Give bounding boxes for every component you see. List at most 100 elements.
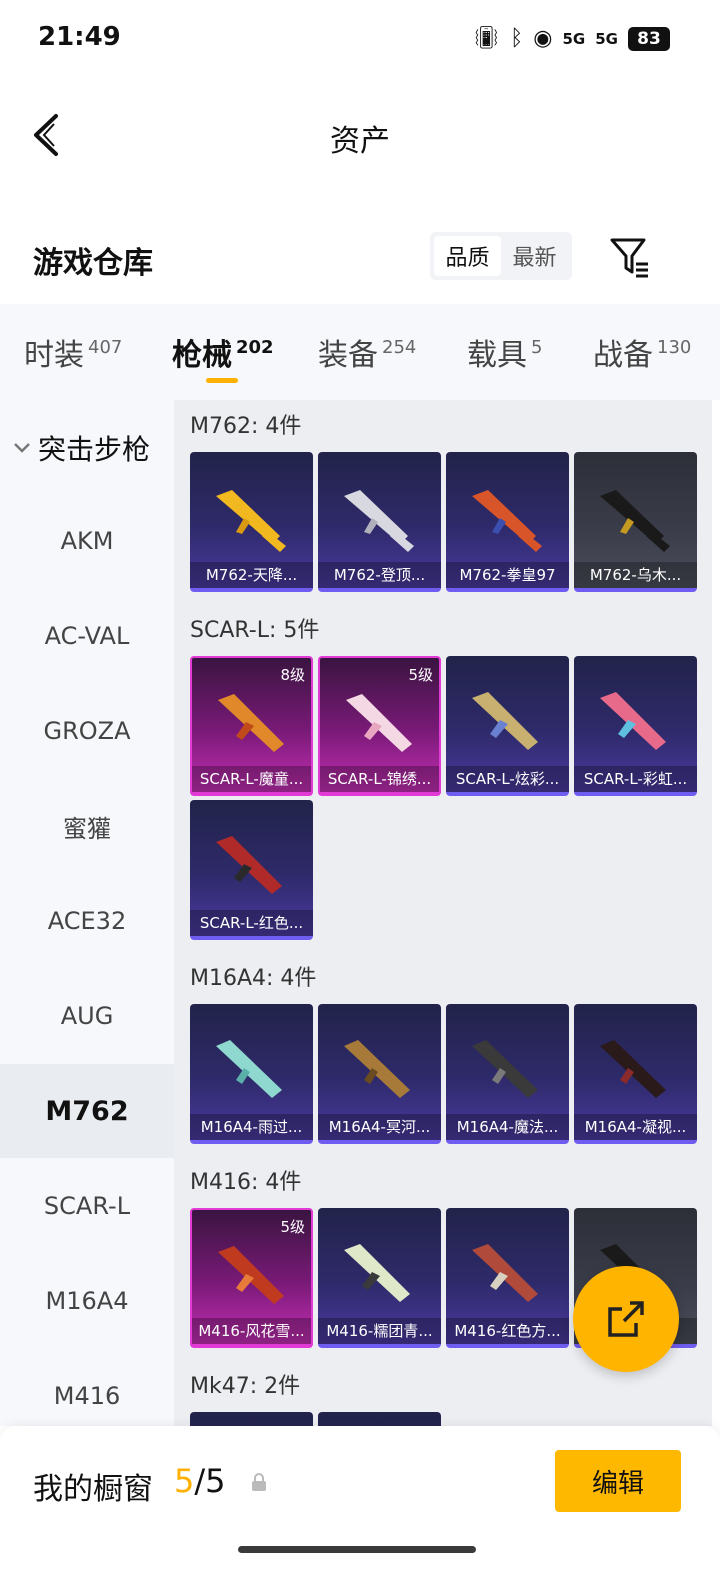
rifle-icon [472, 692, 538, 750]
tab-supplies[interactable]: 战备 130 [593, 330, 691, 374]
signal-icon-2: 5G [595, 30, 618, 48]
status-time: 21:49 [38, 22, 121, 52]
sidebar-item-m762[interactable]: M762 [0, 1064, 174, 1158]
category-tabs: 时装 407 枪械 202 装备 254 载具 5 战备 130 [0, 304, 720, 400]
sort-newest[interactable]: 最新 [501, 236, 568, 276]
rifle-icon [344, 1040, 410, 1098]
skin-card[interactable]: 5级 M416-风花雪... [190, 1208, 313, 1348]
tab-outfits[interactable]: 时装 407 [24, 330, 122, 374]
skin-card[interactable]: 8级 SCAR-L-魔童... [190, 656, 313, 796]
sidebar-item-groza[interactable]: GROZA [0, 684, 174, 778]
share-fab[interactable] [573, 1266, 679, 1372]
edit-button[interactable]: 编辑 [555, 1450, 681, 1512]
skin-card[interactable]: M762-天降... [190, 452, 313, 592]
status-icons: 📳︎ ᛒ ◉ 5G 5G 83 [472, 24, 670, 54]
sort-quality[interactable]: 品质 [434, 236, 501, 276]
group-title-mk47: Mk47: 2件 [190, 1374, 301, 1399]
tab-count: 202 [236, 337, 274, 358]
skin-card[interactable] [190, 1412, 313, 1426]
sidebar-item-honey-badger[interactable]: 蜜獾 [0, 779, 174, 873]
skin-name: M762-登顶... [318, 562, 441, 588]
skin-name: M416-糯团青... [318, 1318, 441, 1344]
skin-name: SCAR-L-彩虹... [574, 766, 697, 792]
showcase-count-sep: / [194, 1462, 206, 1500]
skin-level: 5级 [408, 666, 433, 684]
skin-name: SCAR-L-魔童... [192, 766, 311, 792]
rifle-icon [218, 1246, 284, 1304]
filter-icon[interactable] [608, 234, 652, 278]
group-title-m16a4: M16A4: 4件 [190, 966, 317, 991]
tab-label: 载具 [467, 338, 527, 373]
skin-card[interactable]: M762-拳皇97 [446, 452, 569, 592]
skin-name: SCAR-L-红色... [190, 910, 313, 936]
skin-card[interactable]: M416-糯团青... [318, 1208, 441, 1348]
skin-level: 5级 [280, 1218, 305, 1236]
showcase-title: 我的橱窗 [33, 1472, 153, 1507]
skin-card[interactable] [318, 1412, 441, 1426]
rifle-icon [344, 1244, 410, 1302]
sort-toggle: 品质 最新 [430, 232, 572, 280]
tab-vehicles[interactable]: 载具 5 [467, 330, 542, 374]
skin-name: M416-红色方... [446, 1318, 569, 1344]
sidebar-item-m16a4[interactable]: M16A4 [0, 1254, 174, 1348]
tab-label: 战备 [593, 338, 653, 373]
skin-name: M16A4-凝视... [574, 1114, 697, 1140]
skin-name: M16A4-雨过... [190, 1114, 313, 1140]
showcase-bar: 我的橱窗 5/5 编辑 [0, 1426, 720, 1584]
tab-label: 时装 [24, 338, 84, 373]
skin-card[interactable]: SCAR-L-彩虹... [574, 656, 697, 796]
skin-name: M762-天降... [190, 562, 313, 588]
sidebar-item-ace32[interactable]: ACE32 [0, 874, 174, 968]
skin-card[interactable]: M762-乌木... [574, 452, 697, 592]
lock-icon [252, 1473, 266, 1491]
skin-card[interactable]: M16A4-雨过... [190, 1004, 313, 1144]
tab-equipment[interactable]: 装备 254 [318, 330, 416, 374]
bluetooth-icon: ᛒ [510, 26, 524, 51]
rifle-icon [472, 1040, 538, 1098]
tab-count: 5 [531, 337, 543, 358]
tab-label: 装备 [318, 338, 378, 373]
skin-card[interactable]: M762-登顶... [318, 452, 441, 592]
tab-guns[interactable]: 枪械 202 [172, 330, 274, 374]
rifle-icon [346, 694, 412, 752]
sidebar-item-akm[interactable]: AKM [0, 494, 174, 588]
active-tab-indicator [206, 378, 238, 383]
status-bar: 21:49 📳︎ ᛒ ◉ 5G 5G 83 [0, 0, 720, 80]
skin-card[interactable]: SCAR-L-炫彩... [446, 656, 569, 796]
skin-level: 8级 [280, 666, 305, 684]
battery-icon: 83 [628, 27, 670, 51]
skin-card[interactable]: M16A4-冥河... [318, 1004, 441, 1144]
rifle-icon [600, 1040, 666, 1098]
weapon-type-sidebar: 突击步枪 AKM AC-VAL GROZA 蜜獾 ACE32 AUG M762 … [0, 400, 174, 1426]
sidebar-item-scar-l[interactable]: SCAR-L [0, 1159, 174, 1253]
skin-name: M416-风花雪... [192, 1318, 311, 1344]
rifle-icon [344, 490, 414, 552]
skin-card[interactable]: M16A4-魔法... [446, 1004, 569, 1144]
sidebar-item-ac-val[interactable]: AC-VAL [0, 589, 174, 683]
group-title-scar-l: SCAR-L: 5件 [190, 618, 320, 643]
rifle-icon [216, 490, 286, 552]
skin-name: M762-乌木... [574, 562, 697, 588]
rifle-icon [218, 694, 284, 752]
tab-count: 254 [382, 337, 417, 358]
skin-card[interactable]: M416-红色方... [446, 1208, 569, 1348]
skin-card[interactable]: M16A4-凝视... [574, 1004, 697, 1144]
showcase-count: 5/5 [174, 1462, 226, 1500]
rifle-icon [472, 1244, 538, 1302]
rifle-icon [600, 692, 666, 750]
skin-name: M762-拳皇97 [446, 562, 569, 588]
app-header: 资产 [0, 96, 720, 176]
rifle-icon [216, 1040, 282, 1098]
vibrate-icon: 📳︎ [472, 26, 501, 51]
skin-card[interactable]: 5级 SCAR-L-锦绣... [318, 656, 441, 796]
home-indicator[interactable] [238, 1546, 476, 1553]
sidebar-item-aug[interactable]: AUG [0, 969, 174, 1063]
tab-count: 407 [88, 337, 123, 358]
sidebar-group-assault-rifle[interactable]: 突击步枪 [12, 428, 150, 468]
warehouse-header: 游戏仓库 品质 最新 [0, 226, 720, 290]
group-title-m762: M762: 4件 [190, 414, 302, 439]
skin-name: SCAR-L-锦绣... [320, 766, 439, 792]
skin-card[interactable]: SCAR-L-红色... [190, 800, 313, 940]
group-title-m416: M416: 4件 [190, 1170, 302, 1195]
showcase-count-total: 5 [205, 1462, 226, 1500]
